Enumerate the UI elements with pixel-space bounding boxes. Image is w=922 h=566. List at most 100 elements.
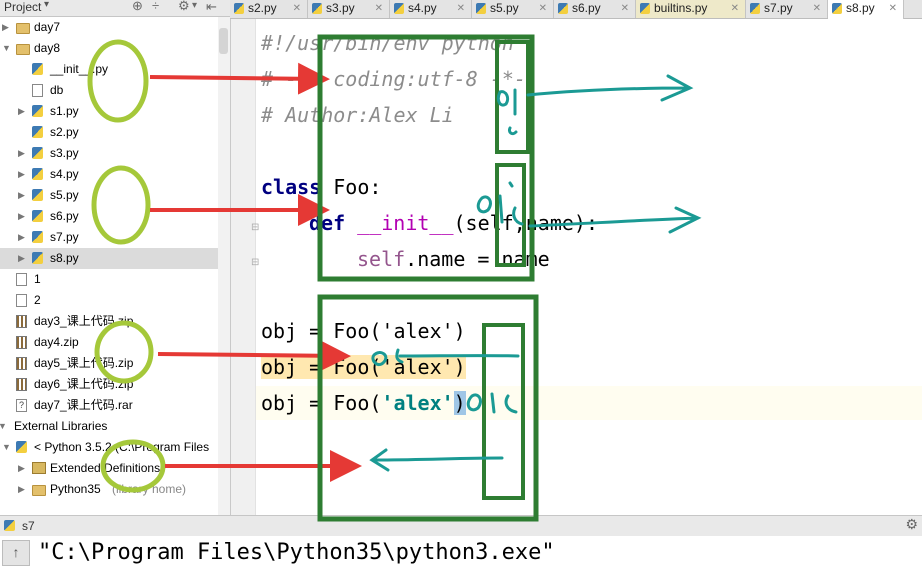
expand-arrow-icon[interactable]: ▼ [2,38,11,59]
unknown-file-icon: ? [16,399,27,412]
zip-file-icon [16,315,27,328]
tab-s2-py[interactable]: s2.py ✕ [230,0,308,18]
sync-icon[interactable]: ⊕ [132,0,143,14]
tree-item-label: day5_课上代码.zip [34,356,134,370]
tree-item[interactable]: ▼ day8 [0,38,218,59]
tab-label: s2.py [248,1,277,15]
tree-item[interactable]: day5_课上代码.zip [0,353,218,374]
close-icon[interactable]: ✕ [539,0,547,17]
python-file-icon [32,63,43,75]
tab-s7-py[interactable]: s7.py ✕ [746,0,828,18]
hide-icon[interactable]: ⇤ [206,0,217,15]
tree-item[interactable]: ▶ s1.py [0,101,218,122]
tree-item[interactable]: ▶ s5.py [0,185,218,206]
rerun-button[interactable]: ↑ [2,540,30,566]
collapse-arrow-icon[interactable]: ▶ [18,458,25,479]
shebang-comment: #!/usr/bin/env python [261,31,514,55]
python-sdk-icon [16,441,27,453]
tab-builtins-py[interactable]: builtins.py ✕ [636,0,746,18]
obj-line-3-prefix: obj = Foo( [261,391,382,415]
editor-tabs: s2.py ✕ s3.py ✕ s4.py ✕ s5.py ✕ s6.py ✕ builtins.p… [230,0,922,19]
tree-item[interactable]: ▶ s6.py [0,206,218,227]
close-icon[interactable]: ✕ [731,0,739,17]
tree-item[interactable]: ▶ s8.py [0,248,218,269]
tree-item[interactable]: day4.zip [0,332,218,353]
run-panel-title[interactable]: s7 [22,519,35,533]
collapse-arrow-icon[interactable]: ▶ [18,185,25,206]
obj-line-2: obj = Foo('alex') [261,355,466,379]
tree-item[interactable]: s2.py [0,122,218,143]
tab-s4-py[interactable]: s4.py ✕ [390,0,472,18]
tree-item-label: day6_课上代码.zip [34,377,134,391]
code-line-2: # -*- coding:utf-8 -*- [261,67,526,91]
collapse-arrow-icon[interactable]: ▶ [18,479,25,500]
tree-item[interactable]: ▼ < Python 3.5.2 (C:\Program Files [0,437,218,458]
tree-item[interactable]: db [0,80,218,101]
folder-icon [16,23,30,34]
tree-item[interactable]: 1 [0,269,218,290]
tab-s6-py[interactable]: s6.py ✕ [554,0,636,18]
python-file-icon [476,3,486,14]
fold-icon[interactable]: ⊟ [251,257,259,268]
tree-item[interactable]: ▶ Python35 (library home) [0,479,218,500]
close-icon[interactable]: ✕ [457,0,465,17]
gear-icon[interactable]: ⚙ [178,0,190,14]
code-line-6: def __init__(self,name): [309,211,598,235]
tree-item[interactable]: 2 [0,290,218,311]
tree-item[interactable]: ▶ day7 [0,17,218,38]
tree-item-label: Extended Definitions [50,461,161,475]
tab-s3-py[interactable]: s3.py ✕ [308,0,390,18]
tab-label: s4.py [408,1,437,15]
tree-item[interactable]: ▶ s7.py [0,227,218,248]
tree-item[interactable]: ? day7_课上代码.rar [0,395,218,416]
tab-label: s3.py [326,1,355,15]
collapse-arrow-icon[interactable]: ▶ [18,164,25,185]
collapse-arrow-icon[interactable]: ▶ [2,17,9,38]
tree-item[interactable]: ▼ External Libraries [0,416,218,437]
collapse-arrow-icon[interactable]: ▶ [18,101,25,122]
code-editor[interactable]: ⊟ ⊟ #!/usr/bin/env python # -*- coding:u… [231,19,922,515]
close-icon[interactable]: ✕ [621,0,629,17]
tree-item-label: s6.py [50,209,79,223]
tree-item[interactable]: ▶ Extended Definitions [0,458,218,479]
gear-icon[interactable]: ⚙ [905,516,918,533]
collapse-arrow-icon[interactable]: ▶ [18,248,25,269]
expand-arrow-icon[interactable]: ▼ [0,416,7,437]
tree-item[interactable]: __init__.py [0,59,218,80]
tree-item-label: s2.py [50,125,79,139]
scrollbar-thumb[interactable] [219,28,228,54]
text-file-icon [32,84,43,97]
fold-icon[interactable]: ⊟ [251,222,259,233]
obj-line-3-string: 'alex' [381,391,454,415]
python-file-icon [32,126,43,138]
tree-item[interactable]: ▶ s3.py [0,143,218,164]
scrollbar[interactable] [218,17,230,515]
close-icon[interactable]: ✕ [813,0,821,17]
expand-arrow-icon[interactable]: ▼ [2,437,11,458]
tree-item-label: __init__.py [50,62,109,76]
zip-file-icon [16,378,27,391]
python-file-icon [750,3,760,14]
collapse-arrow-icon[interactable]: ▶ [18,143,25,164]
project-pane-title[interactable]: Project [4,0,41,14]
collapse-arrow-icon[interactable]: ▶ [18,206,25,227]
close-icon[interactable]: ✕ [375,0,383,17]
tab-s8-py[interactable]: s8.py ✕ [828,0,904,19]
tree-item[interactable]: day3_课上代码.zip [0,311,218,332]
tree-item[interactable]: ▶ s4.py [0,164,218,185]
code-line-5: class Foo: [261,175,381,199]
tree-item[interactable]: day6_课上代码.zip [0,374,218,395]
chevron-down-icon[interactable]: ▾ [44,0,49,10]
collapse-icon[interactable]: ÷ [152,0,159,13]
tree-item-label: s4.py [50,167,79,181]
python-file-icon [32,189,43,201]
chevron-down-icon[interactable]: ▾ [192,0,197,11]
collapse-arrow-icon[interactable]: ▶ [18,227,25,248]
tree-item-label: day3_课上代码.zip [34,314,134,328]
tab-s5-py[interactable]: s5.py ✕ [472,0,554,18]
tree-item-label: < Python 3.5.2 (C:\Program Files [34,440,210,454]
close-icon[interactable]: ✕ [293,0,301,17]
coding-comment: # -*- coding:utf-8 -*- [261,67,526,91]
close-icon[interactable]: ✕ [889,0,897,17]
text-file-icon [16,273,27,286]
